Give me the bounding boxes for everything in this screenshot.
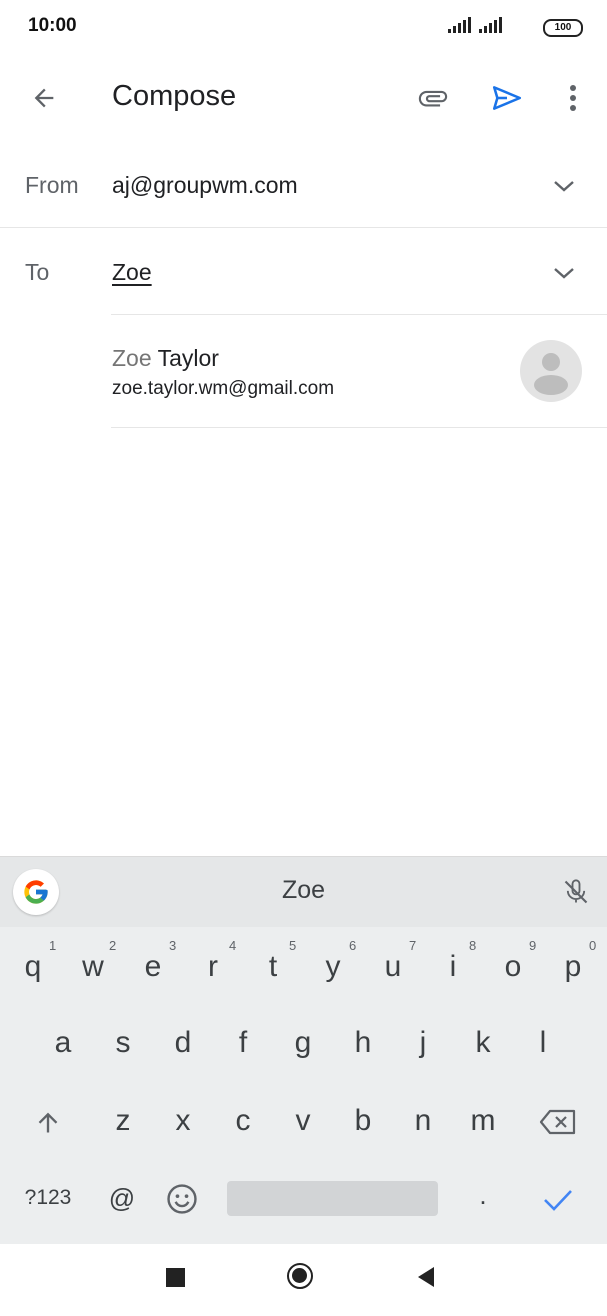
key-o[interactable]: o [483, 950, 543, 984]
arrow-up-icon [38, 1112, 58, 1133]
key-w[interactable]: w [63, 950, 123, 984]
from-label: From [25, 172, 79, 198]
key-i[interactable]: i [423, 950, 483, 984]
back-nav-button[interactable] [416, 1266, 436, 1288]
to-label: To [25, 259, 50, 285]
to-input[interactable]: Zoe [112, 259, 152, 286]
key-u[interactable]: u [363, 950, 423, 984]
divider [111, 427, 607, 428]
home-icon [292, 1268, 307, 1283]
key-b[interactable]: b [333, 1104, 393, 1138]
chevron-down-icon [554, 181, 574, 192]
contact-email: zoe.taylor.wm@gmail.com [112, 378, 335, 399]
backspace-icon [539, 1109, 576, 1135]
key-hint: 9 [529, 938, 537, 953]
contact-name-rest: Taylor [151, 345, 219, 371]
key-c[interactable]: c [213, 1104, 273, 1138]
check-icon [544, 1190, 572, 1211]
contact-name: Zoe Taylor [112, 345, 219, 372]
key-hint: 2 [109, 938, 117, 953]
key-j[interactable]: j [393, 1026, 453, 1060]
attach-icon [418, 90, 448, 107]
key-e[interactable]: e [123, 950, 183, 984]
symbols-key[interactable]: ?123 [18, 1186, 78, 1210]
key-m[interactable]: m [453, 1104, 513, 1138]
more-options-button[interactable] [551, 76, 595, 120]
key-hint: 3 [169, 938, 177, 953]
voice-input-button[interactable] [558, 872, 594, 912]
recents-button[interactable] [166, 1268, 185, 1287]
avatar [520, 340, 582, 402]
key-q[interactable]: q [3, 950, 63, 984]
key-hint: 8 [469, 938, 477, 953]
signal-icon-2 [479, 17, 502, 33]
back-button[interactable] [22, 76, 66, 120]
key-hint: 7 [409, 938, 417, 953]
page-title: Compose [112, 80, 237, 112]
key-g[interactable]: g [273, 1026, 333, 1060]
mic-off-icon [564, 879, 588, 904]
key-y[interactable]: y [303, 950, 363, 984]
more-vert-icon [570, 85, 576, 111]
home-button[interactable] [287, 1263, 313, 1289]
key-hint: 6 [349, 938, 357, 953]
signal-icon [448, 17, 471, 33]
key-v[interactable]: v [273, 1104, 333, 1138]
send-icon [492, 86, 522, 110]
key-hint: 4 [229, 938, 237, 953]
emoji-key[interactable] [162, 1179, 202, 1219]
key-s[interactable]: s [93, 1026, 153, 1060]
key-hint: 5 [289, 938, 297, 953]
period-key[interactable]: . [453, 1180, 513, 1211]
key-hint: 1 [49, 938, 57, 953]
to-expand-button[interactable] [546, 255, 582, 291]
back-arrow-icon [34, 88, 54, 108]
space-key[interactable] [227, 1181, 438, 1216]
key-k[interactable]: k [453, 1026, 513, 1060]
divider [0, 227, 607, 228]
contact-name-match: Zoe [112, 345, 152, 371]
key-x[interactable]: x [153, 1104, 213, 1138]
send-button[interactable] [485, 76, 529, 120]
key-t[interactable]: t [243, 950, 303, 984]
battery-indicator: 100 [543, 19, 583, 37]
emoji-icon [167, 1184, 197, 1214]
key-n[interactable]: n [393, 1104, 453, 1138]
key-hint: 0 [589, 938, 597, 953]
key-h[interactable]: h [333, 1026, 393, 1060]
from-account[interactable]: aj@groupwm.com [112, 172, 298, 199]
keyboard-word-suggestion[interactable]: Zoe [0, 876, 607, 905]
from-expand-button[interactable] [546, 168, 582, 204]
key-z[interactable]: z [93, 1104, 153, 1138]
key-d[interactable]: d [153, 1026, 213, 1060]
attach-button[interactable] [411, 76, 455, 120]
person-icon [534, 353, 568, 395]
chevron-down-icon [554, 268, 574, 279]
shift-key[interactable] [28, 1100, 68, 1144]
key-a[interactable]: a [33, 1026, 93, 1060]
status-time: 10:00 [28, 15, 77, 36]
backspace-key[interactable] [536, 1100, 580, 1144]
key-f[interactable]: f [213, 1026, 273, 1060]
key-l[interactable]: l [513, 1026, 573, 1060]
at-key[interactable]: @ [92, 1183, 152, 1214]
key-r[interactable]: r [183, 950, 243, 984]
key-p[interactable]: p [543, 950, 603, 984]
done-key[interactable] [536, 1178, 580, 1222]
